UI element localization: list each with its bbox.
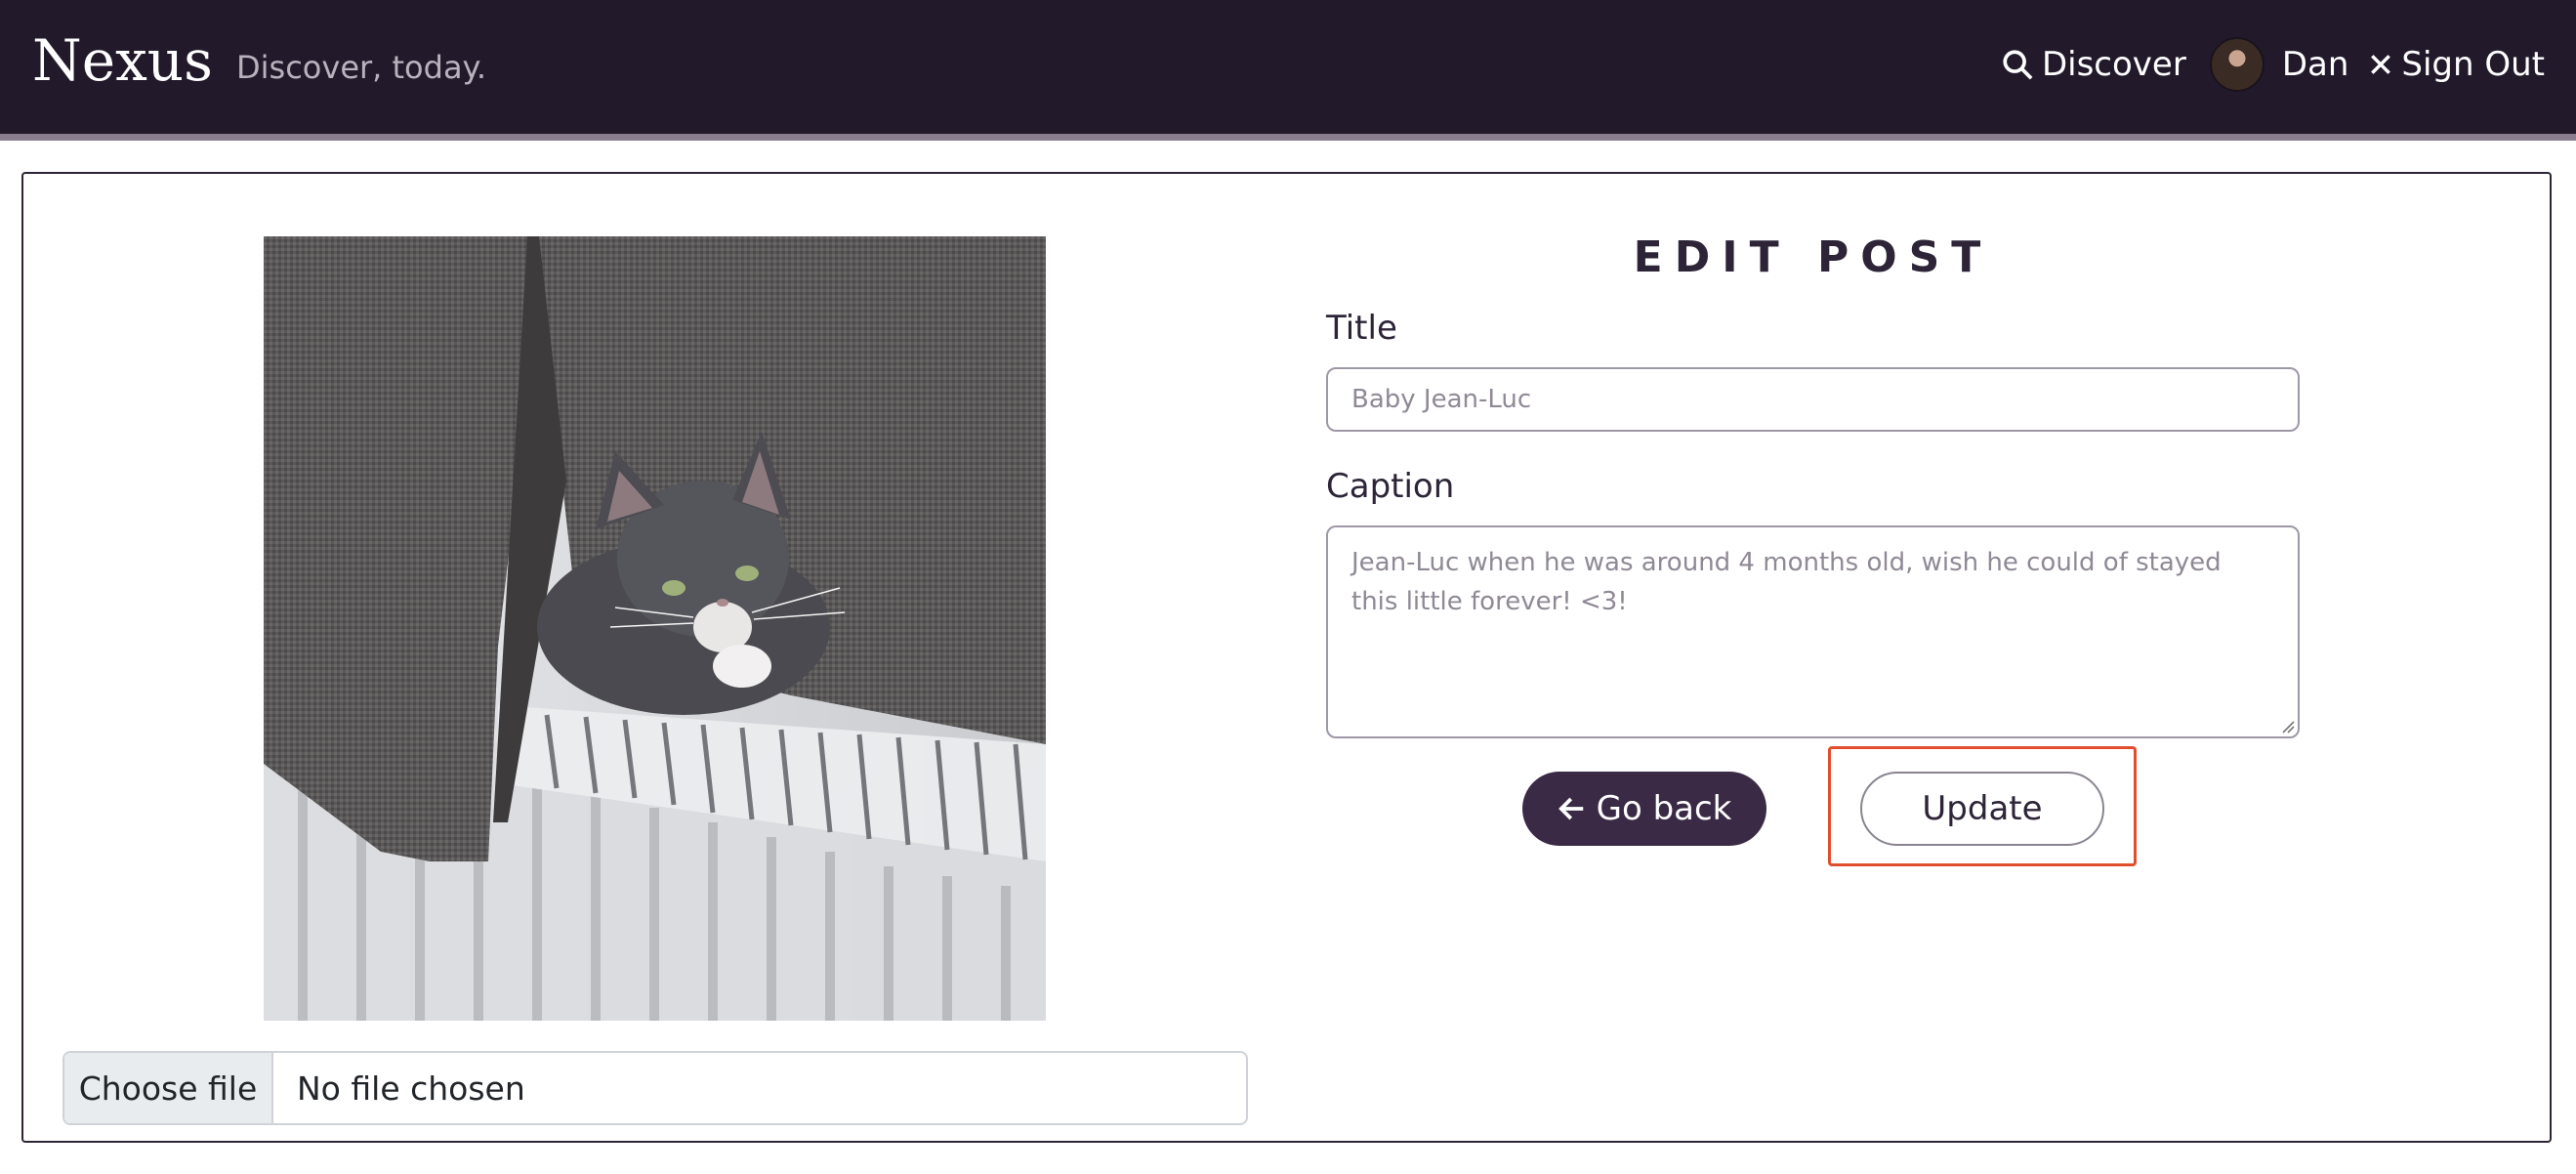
post-image: [264, 236, 1046, 1021]
go-back-button[interactable]: Go back: [1522, 772, 1766, 846]
brand-logo[interactable]: Nexus: [32, 27, 213, 94]
caption-textarea-value: Jean-Luc when he was around 4 months old…: [1351, 548, 2222, 616]
user-name[interactable]: Dan: [2282, 45, 2349, 84]
page-title: EDIT POST: [1633, 232, 1993, 282]
choose-file-button[interactable]: Choose file: [64, 1053, 273, 1123]
discover-link[interactable]: Discover: [2001, 45, 2186, 84]
title-input-value: Baby Jean-Luc: [1351, 385, 1532, 414]
caption-textarea[interactable]: Jean-Luc when he was around 4 months old…: [1326, 525, 2300, 738]
sign-out-link[interactable]: Sign Out: [2368, 45, 2545, 84]
top-navbar: Nexus Discover, today. Discover Dan Sign…: [0, 0, 2576, 141]
file-input[interactable]: Choose file No file chosen: [62, 1051, 1248, 1125]
update-label: Update: [1922, 789, 2043, 828]
kitten-photo: [264, 236, 1046, 1021]
go-back-label: Go back: [1596, 789, 1732, 828]
arrow-left-icon: [1558, 797, 1583, 820]
title-label: Title: [1326, 309, 1397, 348]
title-input[interactable]: Baby Jean-Luc: [1326, 367, 2300, 432]
sign-out-label: Sign Out: [2401, 45, 2545, 84]
avatar[interactable]: [2209, 37, 2264, 92]
discover-label: Discover: [2041, 45, 2186, 84]
caption-label: Caption: [1326, 467, 1455, 506]
tagline: Discover, today.: [236, 49, 487, 86]
update-button[interactable]: Update: [1860, 772, 2104, 846]
file-status: No file chosen: [297, 1069, 525, 1108]
close-icon: [2371, 55, 2391, 74]
resize-handle-icon[interactable]: [2279, 718, 2295, 734]
nav-actions: Discover Dan Sign Out: [2001, 35, 2545, 94]
search-icon: [2003, 50, 2033, 80]
